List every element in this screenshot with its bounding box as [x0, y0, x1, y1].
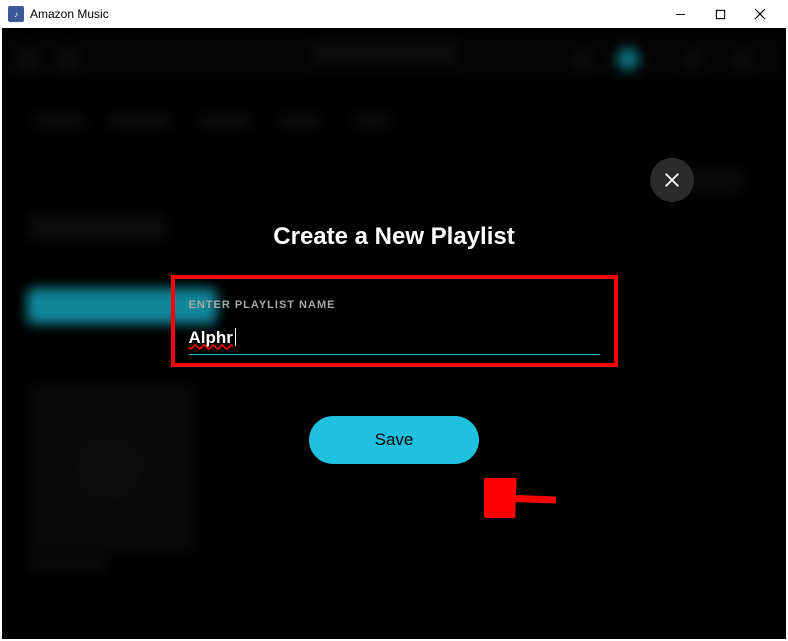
- modal-title: Create a New Playlist: [144, 223, 644, 251]
- window-maximize-button[interactable]: [700, 0, 740, 28]
- text-caret: [235, 328, 236, 346]
- window-minimize-button[interactable]: [660, 0, 700, 28]
- playlist-name-field-wrapper: ENTER PLAYLIST NAME Alphr: [177, 281, 612, 361]
- create-playlist-modal: Create a New Playlist ENTER PLAYLIST NAM…: [2, 28, 786, 639]
- save-button[interactable]: Save: [309, 416, 479, 464]
- save-button-label: Save: [375, 430, 414, 450]
- playlist-name-input-value: Alphr: [189, 328, 233, 347]
- app-body: Create a New Playlist ENTER PLAYLIST NAM…: [2, 28, 786, 639]
- app-icon: ♪: [8, 6, 24, 22]
- modal-close-button[interactable]: [650, 158, 694, 202]
- close-icon: [663, 171, 681, 189]
- playlist-name-label: ENTER PLAYLIST NAME: [189, 299, 600, 311]
- playlist-name-input[interactable]: Alphr: [189, 325, 600, 355]
- window-title: Amazon Music: [30, 7, 109, 21]
- window-titlebar: ♪ Amazon Music: [0, 0, 788, 28]
- window-close-button[interactable]: [740, 0, 780, 28]
